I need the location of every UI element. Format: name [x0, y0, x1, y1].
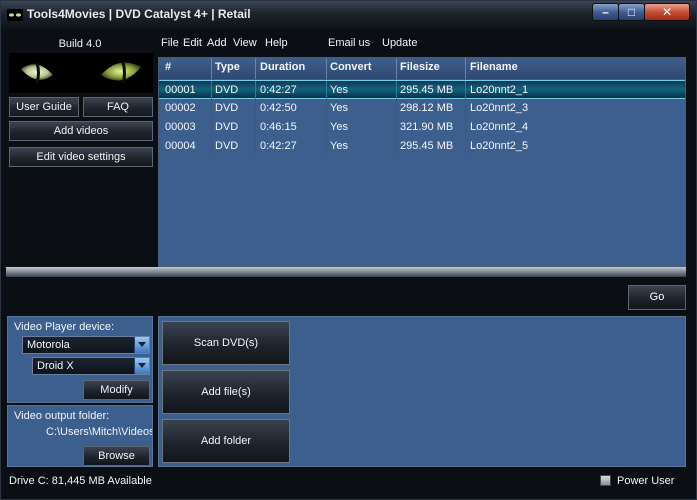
table-row[interactable]: 00001 DVD 0:42:27 Yes 295.45 MB Lo20nnt2… [159, 80, 685, 100]
action-panel: Scan DVD(s) Add file(s) Add folder [158, 316, 686, 467]
cell-filesize: 295.45 MB [400, 84, 454, 96]
table-row[interactable]: 00004 DVD 0:42:27 Yes 295.45 MB Lo20nnt2… [159, 137, 685, 156]
cell-convert: Yes [330, 102, 348, 114]
maximize-button[interactable]: □ [618, 3, 645, 21]
cell-duration: 0:42:50 [260, 102, 297, 114]
menu-view[interactable]: View [233, 37, 257, 49]
output-folder-label: Video output folder: [14, 410, 110, 422]
cell-type: DVD [215, 121, 239, 133]
cell-duration: 0:46:15 [260, 121, 297, 133]
power-user-checkbox[interactable] [600, 475, 611, 486]
scan-dvd-button[interactable]: Scan DVD(s) [162, 321, 290, 365]
cat-eyes-logo [9, 53, 153, 93]
cell-type: DVD [215, 140, 239, 152]
menu-add[interactable]: Add [207, 37, 227, 49]
list-header: # Type Duration Convert Filesize Filenam… [159, 58, 685, 79]
table-row[interactable]: 00002 DVD 0:42:50 Yes 298.12 MB Lo20nnt2… [159, 99, 685, 118]
menu-update[interactable]: Update [382, 37, 417, 49]
cell-number: 00003 [165, 121, 196, 133]
cell-type: DVD [215, 102, 239, 114]
progress-strip [6, 267, 686, 277]
cell-convert: Yes [330, 140, 348, 152]
cell-filesize: 321.90 MB [400, 121, 454, 133]
left-panel-blank [7, 171, 154, 263]
cell-filesize: 298.12 MB [400, 102, 454, 114]
menu-edit[interactable]: Edit [183, 37, 202, 49]
video-list[interactable]: # Type Duration Convert Filesize Filenam… [158, 57, 686, 267]
column-header-type[interactable]: Type [215, 61, 240, 73]
cell-duration: 0:42:27 [260, 140, 297, 152]
menu-file[interactable]: File [161, 37, 179, 49]
drive-status: Drive C: 81,445 MB Available [9, 475, 152, 487]
add-folder-button[interactable]: Add folder [162, 419, 290, 463]
chevron-down-icon[interactable] [134, 337, 149, 353]
cell-filename: Lo20nnt2_1 [470, 84, 529, 96]
column-header-filesize[interactable]: Filesize [400, 61, 440, 73]
device-panel: Video Player device: Motorola Droid X Mo… [7, 316, 153, 403]
cell-filesize: 295.45 MB [400, 140, 454, 152]
device-brand-select[interactable]: Motorola [22, 336, 150, 354]
cell-number: 00002 [165, 102, 196, 114]
window-title: Tools4Movies | DVD Catalyst 4+ | Retail [27, 7, 251, 21]
faq-button[interactable]: FAQ [83, 97, 153, 117]
cell-convert: Yes [330, 121, 348, 133]
table-row[interactable]: 00003 DVD 0:46:15 Yes 321.90 MB Lo20nnt2… [159, 118, 685, 137]
build-label: Build 4.0 [58, 38, 102, 50]
cell-duration: 0:42:27 [260, 84, 297, 96]
column-header-duration[interactable]: Duration [260, 61, 305, 73]
modify-button[interactable]: Modify [83, 380, 150, 400]
browse-button[interactable]: Browse [83, 446, 150, 466]
close-button[interactable]: ✕ [644, 3, 690, 21]
chevron-down-icon[interactable] [134, 358, 149, 374]
column-header-filename[interactable]: Filename [470, 61, 518, 73]
column-header-convert[interactable]: Convert [330, 61, 372, 73]
title-bar[interactable]: Tools4Movies | DVD Catalyst 4+ | Retail … [1, 1, 696, 29]
cell-convert: Yes [330, 84, 348, 96]
edit-video-settings-button[interactable]: Edit video settings [9, 147, 153, 167]
app-window: Tools4Movies | DVD Catalyst 4+ | Retail … [0, 0, 697, 500]
minimize-button[interactable]: – [592, 3, 619, 21]
add-videos-button[interactable]: Add videos [9, 121, 153, 141]
cell-filename: Lo20nnt2_3 [470, 102, 529, 114]
menu-help[interactable]: Help [265, 37, 288, 49]
add-files-button[interactable]: Add file(s) [162, 370, 290, 414]
device-model-select[interactable]: Droid X [32, 357, 150, 375]
column-header-number[interactable]: # [165, 61, 171, 73]
cat-eyes-app-icon [7, 9, 23, 21]
cell-filename: Lo20nnt2_5 [470, 140, 529, 152]
power-user-label[interactable]: Power User [617, 475, 674, 487]
cell-type: DVD [215, 84, 239, 96]
user-guide-button[interactable]: User Guide [9, 97, 79, 117]
go-button[interactable]: Go [628, 285, 686, 310]
cell-number: 00004 [165, 140, 196, 152]
device-label: Video Player device: [14, 321, 115, 333]
cell-filename: Lo20nnt2_4 [470, 121, 529, 133]
device-brand-value: Motorola [27, 339, 70, 351]
menu-email-us[interactable]: Email us [328, 37, 370, 49]
output-folder-path: C:\Users\Mitch\Videos\ [46, 426, 152, 438]
cell-number: 00001 [165, 84, 196, 96]
device-model-value: Droid X [37, 360, 74, 372]
output-folder-panel: Video output folder: C:\Users\Mitch\Vide… [7, 405, 153, 467]
